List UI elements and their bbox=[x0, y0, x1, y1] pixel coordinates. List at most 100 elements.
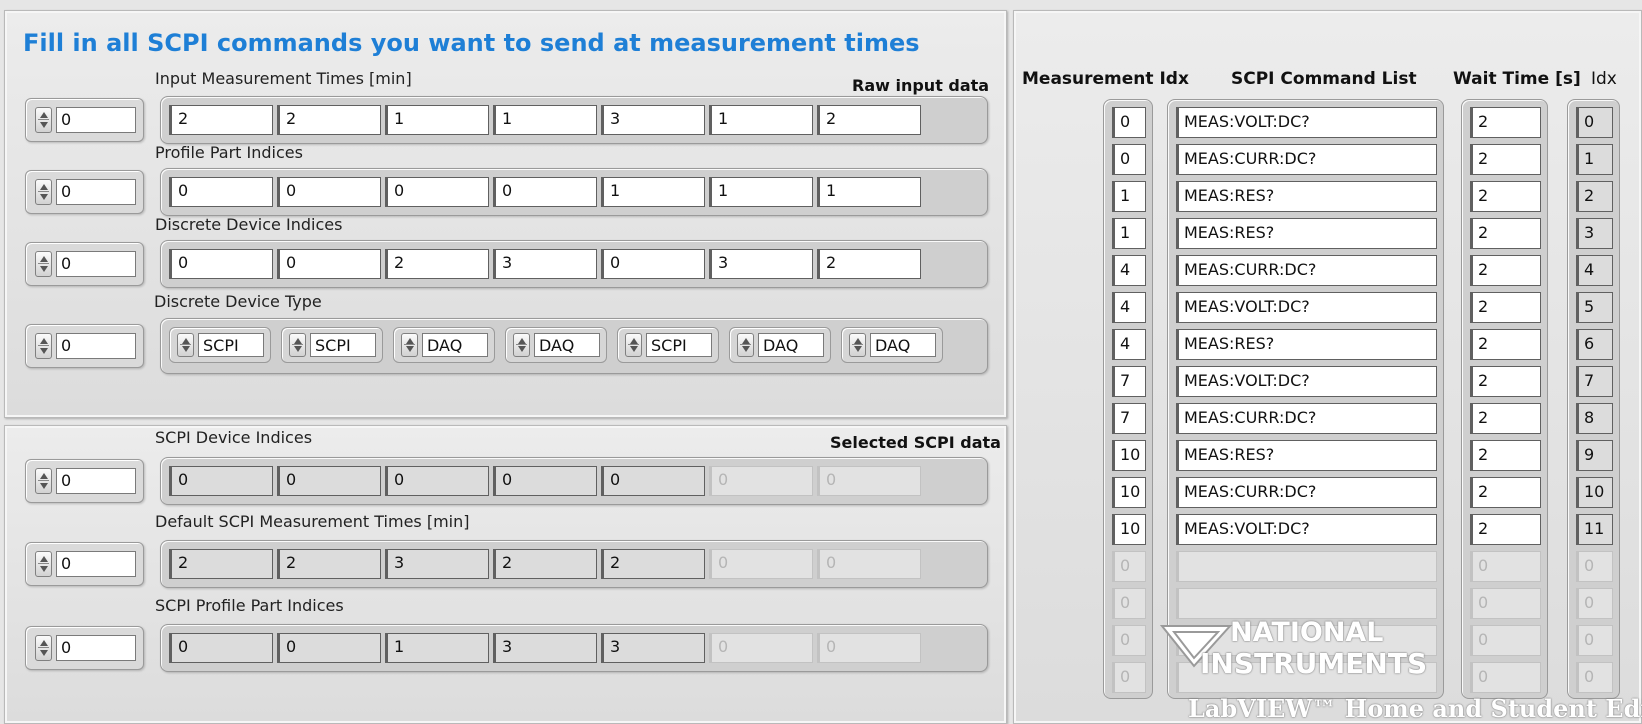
device-type-value[interactable]: SCPI bbox=[646, 333, 712, 357]
measurement-idx-cell[interactable]: 10 bbox=[1112, 440, 1146, 471]
device-type-value[interactable]: SCPI bbox=[310, 333, 376, 357]
array-element[interactable]: 2 bbox=[817, 105, 921, 135]
spinner-icon[interactable] bbox=[177, 333, 194, 357]
device-type-value[interactable]: DAQ bbox=[422, 333, 488, 357]
device-type-ring[interactable]: DAQ bbox=[729, 327, 831, 363]
device-type-ring[interactable]: SCPI bbox=[617, 327, 719, 363]
array-element[interactable]: 1 bbox=[709, 105, 813, 135]
device-type-value[interactable]: SCPI bbox=[198, 333, 264, 357]
measurement-idx-cell[interactable]: 4 bbox=[1112, 329, 1146, 360]
wait-time-cell[interactable]: 2 bbox=[1470, 107, 1541, 138]
array-element[interactable]: 1 bbox=[601, 177, 705, 207]
wait-time-cell[interactable]: 2 bbox=[1470, 440, 1541, 471]
wait-time-cell[interactable]: 2 bbox=[1470, 366, 1541, 397]
spinner-icon[interactable] bbox=[289, 333, 306, 357]
spinner-icon[interactable] bbox=[35, 333, 52, 359]
device-type-value[interactable]: DAQ bbox=[758, 333, 824, 357]
array-index-control[interactable]: 0 bbox=[25, 170, 144, 214]
scpi-command-cell[interactable]: MEAS:CURR:DC? bbox=[1176, 477, 1437, 508]
spinner-icon[interactable] bbox=[35, 635, 52, 661]
array-element[interactable]: 1 bbox=[709, 177, 813, 207]
measurement-idx-cell[interactable]: 10 bbox=[1112, 514, 1146, 545]
array-element-empty: 0 bbox=[709, 466, 813, 496]
array-element[interactable]: 0 bbox=[277, 177, 381, 207]
array-element[interactable]: 0 bbox=[601, 249, 705, 279]
array-index-control[interactable]: 0 bbox=[25, 98, 144, 142]
array-index-control[interactable]: 0 bbox=[25, 324, 144, 368]
device-type-ring[interactable]: SCPI bbox=[281, 327, 383, 363]
wait-time-cell[interactable]: 2 bbox=[1470, 329, 1541, 360]
scpi-command-cell[interactable]: MEAS:RES? bbox=[1176, 218, 1437, 249]
spinner-icon[interactable] bbox=[513, 333, 530, 357]
spinner-icon[interactable] bbox=[625, 333, 642, 357]
array-element[interactable]: 1 bbox=[817, 177, 921, 207]
wait-time-cell[interactable]: 2 bbox=[1470, 403, 1541, 434]
scpi-command-cell[interactable]: MEAS:RES? bbox=[1176, 181, 1437, 212]
array-element[interactable]: 1 bbox=[385, 105, 489, 135]
spinner-icon[interactable] bbox=[35, 468, 52, 494]
array-index-value[interactable]: 0 bbox=[56, 179, 136, 205]
measurement-idx-cell[interactable]: 1 bbox=[1112, 218, 1146, 249]
spinner-icon[interactable] bbox=[849, 333, 866, 357]
spinner-icon[interactable] bbox=[35, 107, 52, 133]
array-element[interactable]: 2 bbox=[277, 105, 381, 135]
scpi-command-cell[interactable]: MEAS:CURR:DC? bbox=[1176, 403, 1437, 434]
wait-time-cell[interactable]: 2 bbox=[1470, 514, 1541, 545]
scpi-command-cell[interactable]: MEAS:RES? bbox=[1176, 440, 1437, 471]
array-element[interactable]: 3 bbox=[709, 249, 813, 279]
measurement-idx-cell[interactable]: 0 bbox=[1112, 144, 1146, 175]
scpi-command-cell[interactable]: MEAS:VOLT:DC? bbox=[1176, 292, 1437, 323]
measurement-idx-cell[interactable]: 4 bbox=[1112, 255, 1146, 286]
device-type-ring[interactable]: DAQ bbox=[505, 327, 607, 363]
device-type-value[interactable]: DAQ bbox=[534, 333, 600, 357]
wait-time-cell[interactable]: 2 bbox=[1470, 255, 1541, 286]
scpi-command-cell[interactable]: MEAS:VOLT:DC? bbox=[1176, 366, 1437, 397]
array-index-value[interactable]: 0 bbox=[56, 551, 136, 577]
measurement-idx-cell[interactable]: 0 bbox=[1112, 107, 1146, 138]
measurement-idx-cell[interactable]: 7 bbox=[1112, 403, 1146, 434]
array-index-control[interactable]: 0 bbox=[25, 242, 144, 286]
array-element[interactable]: 3 bbox=[601, 105, 705, 135]
scpi-command-cell[interactable]: MEAS:VOLT:DC? bbox=[1176, 514, 1437, 545]
array-element[interactable]: 0 bbox=[385, 177, 489, 207]
measurement-idx-cell[interactable]: 4 bbox=[1112, 292, 1146, 323]
spinner-icon[interactable] bbox=[35, 179, 52, 205]
array-index-value[interactable]: 0 bbox=[56, 635, 136, 661]
measurement-idx-cell[interactable]: 10 bbox=[1112, 477, 1146, 508]
device-type-ring[interactable]: DAQ bbox=[393, 327, 495, 363]
array-element[interactable]: 0 bbox=[169, 249, 273, 279]
array-index-value[interactable]: 0 bbox=[56, 333, 136, 359]
wait-time-cell[interactable]: 2 bbox=[1470, 144, 1541, 175]
scpi-command-cell[interactable]: MEAS:RES? bbox=[1176, 329, 1437, 360]
device-type-ring[interactable]: SCPI bbox=[169, 327, 271, 363]
spinner-icon[interactable] bbox=[35, 251, 52, 277]
array-index-control[interactable]: 0 bbox=[25, 459, 144, 503]
wait-time-cell[interactable]: 2 bbox=[1470, 181, 1541, 212]
array-index-value[interactable]: 0 bbox=[56, 107, 136, 133]
array-index-control[interactable]: 0 bbox=[25, 626, 144, 670]
scpi-command-cell[interactable]: MEAS:VOLT:DC? bbox=[1176, 107, 1437, 138]
spinner-icon[interactable] bbox=[401, 333, 418, 357]
array-element[interactable]: 0 bbox=[169, 177, 273, 207]
array-element[interactable]: 3 bbox=[493, 249, 597, 279]
measurement-idx-cell[interactable]: 7 bbox=[1112, 366, 1146, 397]
array-element[interactable]: 1 bbox=[493, 105, 597, 135]
array-element[interactable]: 2 bbox=[385, 249, 489, 279]
wait-time-cell[interactable]: 2 bbox=[1470, 218, 1541, 249]
scpi-command-cell[interactable]: MEAS:CURR:DC? bbox=[1176, 255, 1437, 286]
spinner-icon[interactable] bbox=[737, 333, 754, 357]
array-element[interactable]: 2 bbox=[169, 105, 273, 135]
wait-time-cell[interactable]: 2 bbox=[1470, 292, 1541, 323]
measurement-idx-cell[interactable]: 1 bbox=[1112, 181, 1146, 212]
device-type-ring[interactable]: DAQ bbox=[841, 327, 943, 363]
scpi-command-cell[interactable]: MEAS:CURR:DC? bbox=[1176, 144, 1437, 175]
wait-time-cell[interactable]: 2 bbox=[1470, 477, 1541, 508]
array-index-control[interactable]: 0 bbox=[25, 542, 144, 586]
device-type-value[interactable]: DAQ bbox=[870, 333, 936, 357]
array-element[interactable]: 0 bbox=[277, 249, 381, 279]
array-element[interactable]: 2 bbox=[817, 249, 921, 279]
array-index-value[interactable]: 0 bbox=[56, 468, 136, 494]
array-index-value[interactable]: 0 bbox=[56, 251, 136, 277]
array-element[interactable]: 0 bbox=[493, 177, 597, 207]
spinner-icon[interactable] bbox=[35, 551, 52, 577]
